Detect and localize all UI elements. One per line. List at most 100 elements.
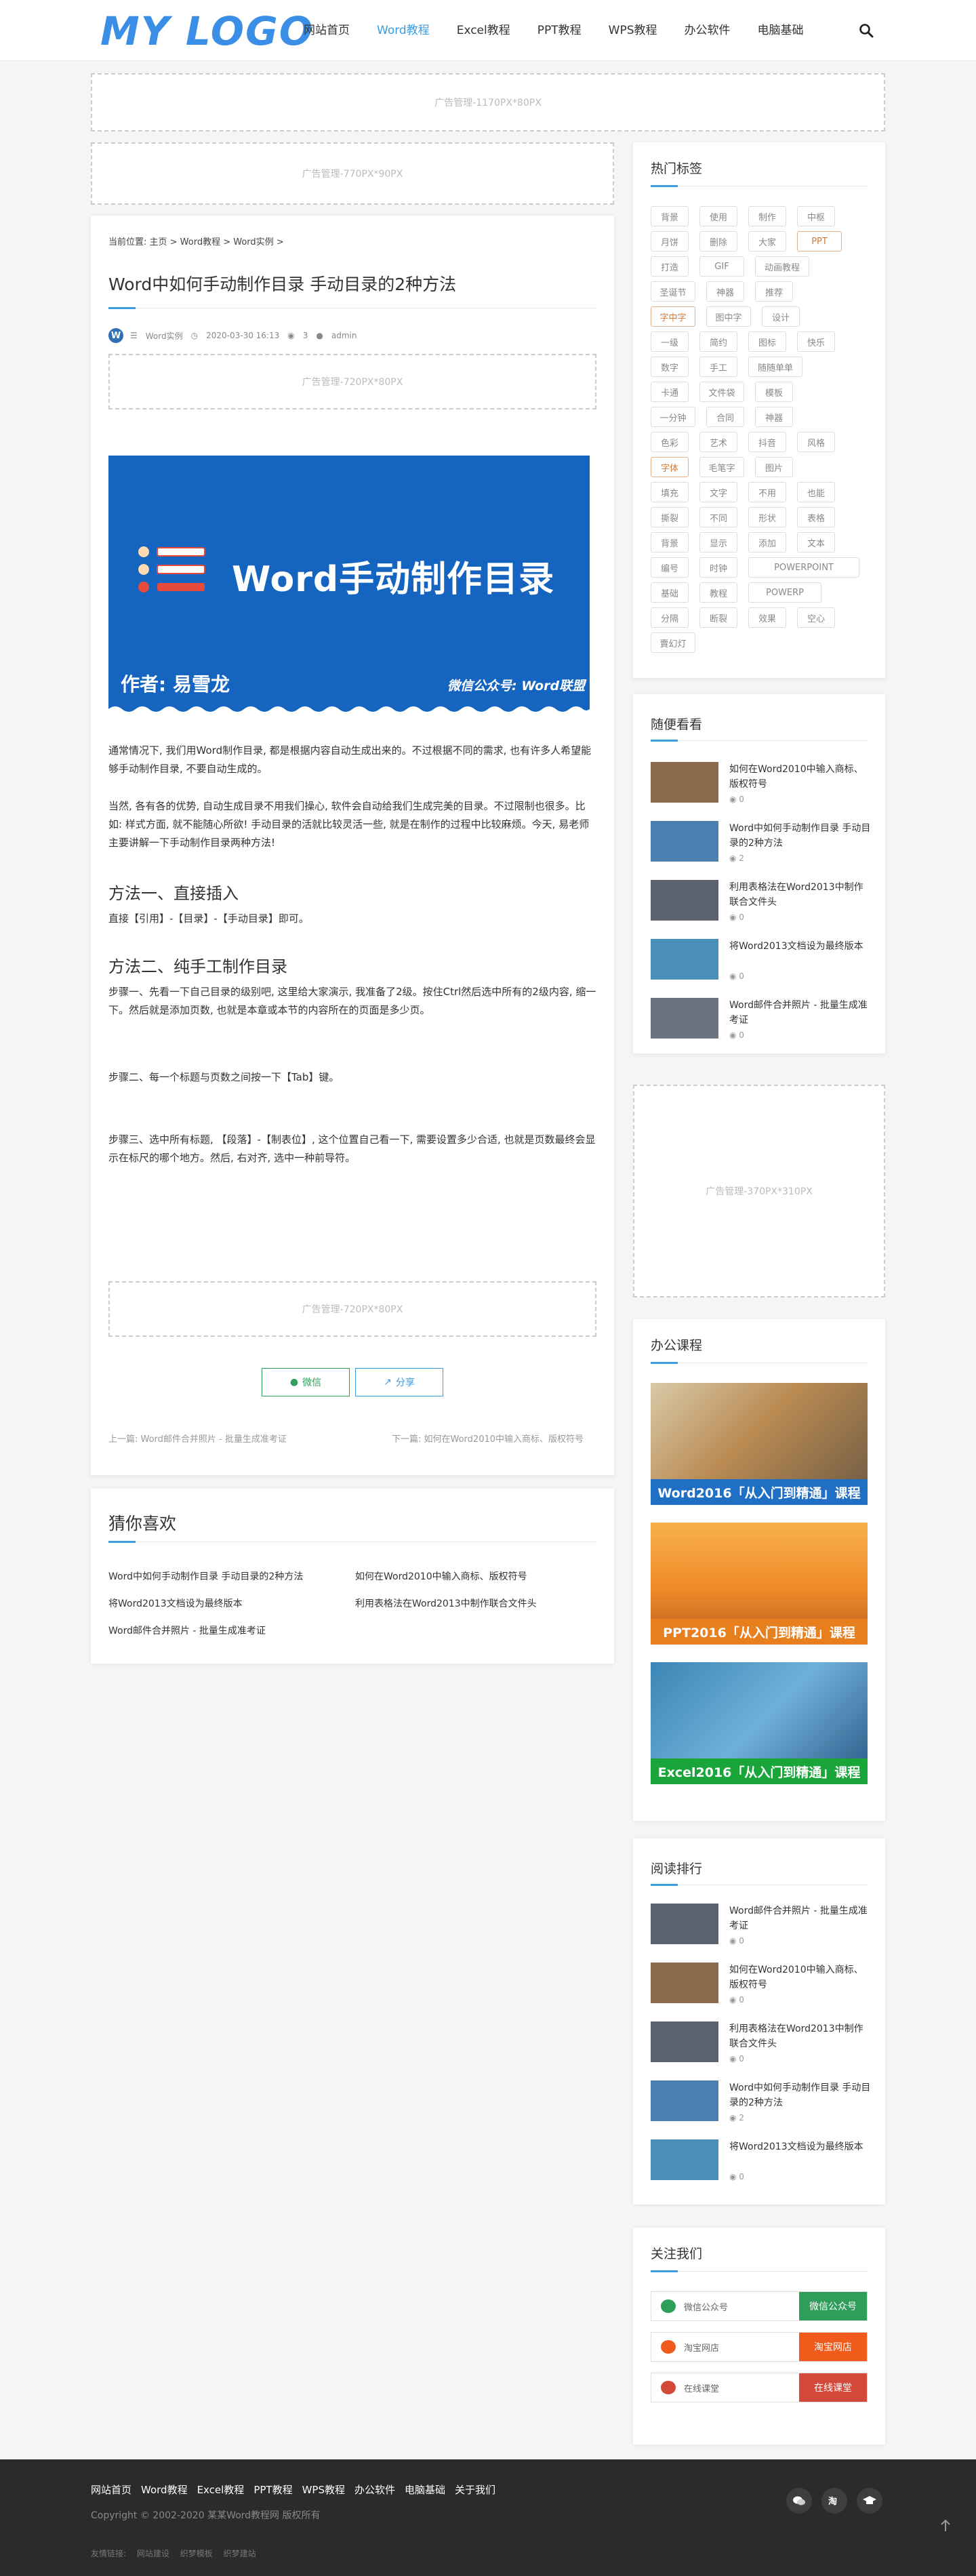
tag-link[interactable]: 神器 [706, 281, 744, 302]
tag-link[interactable]: 使用 [699, 206, 737, 226]
tag-link[interactable]: 数字 [651, 357, 689, 377]
footer-nav-item[interactable]: 电脑基础 [405, 2482, 445, 2497]
site-logo[interactable]: MY LOGO [100, 9, 314, 53]
tag-link[interactable]: 删除 [699, 231, 737, 251]
article-thumbnail[interactable] [651, 998, 718, 1039]
nav-item[interactable]: Word教程 [377, 20, 430, 41]
tag-link[interactable]: 快乐 [797, 331, 835, 352]
article-link[interactable]: 如何在Word2010中输入商标、版权符号 [729, 762, 872, 792]
tag-link[interactable]: 大家 [748, 231, 786, 251]
nav-item[interactable]: 办公软件 [685, 20, 731, 41]
ranking-item[interactable]: Word中如何手动制作目录 手动目录的2种方法 ◉ 2 [651, 2080, 874, 2128]
tag-link[interactable]: 圣诞节 [651, 281, 695, 302]
back-to-top-icon[interactable] [935, 2515, 956, 2535]
tag-link[interactable]: 不同 [699, 507, 737, 527]
tag-link[interactable]: 背景 [651, 532, 689, 552]
article-link[interactable]: Word邮件合并照片 - 批量生成准考证 [729, 998, 872, 1028]
tag-link[interactable]: 艺术 [699, 432, 737, 452]
article-link[interactable]: 如何在Word2010中输入商标、版权符号 [729, 1963, 872, 1992]
share-button[interactable]: ↗ 分享 [355, 1368, 443, 1396]
footer-nav-item[interactable]: Excel教程 [197, 2482, 245, 2497]
footer-nav-item[interactable]: 关于我们 [455, 2482, 495, 2497]
friend-link[interactable]: 网站建设 [137, 2549, 169, 2558]
tag-link[interactable]: 月饼 [651, 231, 689, 251]
nav-item[interactable]: 电脑基础 [758, 20, 804, 41]
random-item[interactable]: 如何在Word2010中输入商标、版权符号 ◉ 0 [651, 762, 874, 809]
taobao-icon[interactable]: 淘 [821, 2488, 847, 2514]
article-thumbnail[interactable] [651, 2021, 718, 2062]
tag-link[interactable]: 添加 [748, 532, 786, 552]
tag-link[interactable]: 效果 [748, 607, 786, 628]
article-thumbnail[interactable] [651, 1904, 718, 1944]
article-thumbnail[interactable] [651, 880, 718, 921]
tag-link[interactable]: 撕裂 [651, 507, 689, 527]
article-category[interactable]: Word实例 [146, 330, 183, 342]
tag-link[interactable]: 断裂 [699, 607, 737, 628]
friend-link[interactable]: 织梦建站 [224, 2549, 256, 2558]
article-thumbnail[interactable] [651, 939, 718, 980]
article-link[interactable]: 将Word2013文档设为最终版本 [729, 2139, 872, 2154]
tag-link[interactable]: 空心 [797, 607, 835, 628]
article-link[interactable]: Word中如何手动制作目录 手动目录的2种方法 [729, 2080, 872, 2110]
tag-link[interactable]: 合同 [706, 407, 744, 427]
tag-link[interactable]: 文件袋 [699, 382, 744, 402]
next-article-link[interactable]: 下一篇: 如何在Word2010中输入商标、版权符号 [392, 1432, 584, 1445]
tag-link[interactable]: POWERPOINT [748, 557, 859, 578]
tag-link[interactable]: 模板 [755, 382, 793, 402]
article-thumbnail[interactable] [651, 762, 718, 803]
article-thumbnail[interactable] [651, 2139, 718, 2180]
tag-link[interactable]: 时钟 [699, 557, 737, 578]
nav-item[interactable]: PPT教程 [537, 20, 582, 41]
tag-link[interactable]: 动画教程 [755, 256, 809, 277]
tag-link[interactable]: 表格 [797, 507, 835, 527]
ad-main-top[interactable]: 广告管理-770PX*90PX [91, 142, 614, 205]
article-thumbnail[interactable] [651, 821, 718, 862]
article-link[interactable]: 将Word2013文档设为最终版本 [729, 939, 872, 954]
guess-item[interactable]: 将Word2013文档设为最终版本 [108, 1596, 243, 1610]
random-item[interactable]: Word中如何手动制作目录 手动目录的2种方法 ◉ 2 [651, 821, 874, 868]
footer-nav-item[interactable]: WPS教程 [302, 2482, 345, 2497]
tag-link[interactable]: 打造 [651, 256, 689, 277]
wechat-icon[interactable] [786, 2488, 812, 2514]
friend-link[interactable]: 织梦模板 [180, 2549, 213, 2558]
tag-link[interactable]: 编号 [651, 557, 689, 578]
breadcrumb[interactable]: 当前位置: 主页 > Word教程 > Word实例 > [108, 235, 284, 247]
nav-item[interactable]: 网站首页 [304, 20, 350, 41]
tag-link[interactable]: 中枢 [797, 206, 835, 226]
follow-button[interactable]: 在线课堂 [799, 2373, 867, 2402]
course-excel[interactable]: Excel2016「从入门到精通」课程 [651, 1662, 868, 1784]
search-icon[interactable] [858, 22, 874, 39]
tag-link[interactable]: 不用 [748, 482, 786, 502]
tag-link[interactable]: 教程 [699, 582, 737, 603]
tag-link[interactable]: 风格 [797, 432, 835, 452]
tag-link[interactable]: 图标 [748, 331, 786, 352]
tag-link[interactable]: 随随单单 [748, 357, 802, 377]
tag-link[interactable]: 文本 [797, 532, 835, 552]
footer-nav-item[interactable]: 网站首页 [91, 2482, 131, 2497]
tag-link[interactable]: 简约 [699, 331, 737, 352]
article-link[interactable]: Word中如何手动制作目录 手动目录的2种方法 [729, 821, 872, 851]
guess-item[interactable]: 利用表格法在Word2013中制作联合文件头 [355, 1596, 537, 1610]
ranking-item[interactable]: 将Word2013文档设为最终版本 ◉ 0 [651, 2139, 874, 2187]
tag-link[interactable]: 抖音 [748, 432, 786, 452]
follow-row[interactable]: 淘宝网店 淘宝网店 [651, 2332, 868, 2362]
ranking-item[interactable]: Word邮件合并照片 - 批量生成准考证 ◉ 0 [651, 1904, 874, 1951]
tag-link[interactable]: 背景 [651, 206, 689, 226]
ad-article-bottom[interactable]: 广告管理-720PX*80PX [108, 1281, 596, 1337]
tag-link[interactable]: 也能 [797, 482, 835, 502]
article-thumbnail[interactable] [651, 1963, 718, 2003]
tag-link[interactable]: 一级 [651, 331, 689, 352]
ad-article-top[interactable]: 广告管理-720PX*80PX [108, 354, 596, 409]
follow-row[interactable]: 在线课堂 在线课堂 [651, 2373, 868, 2402]
guess-item[interactable]: 如何在Word2010中输入商标、版权符号 [355, 1569, 527, 1583]
article-link[interactable]: Word邮件合并照片 - 批量生成准考证 [729, 1904, 872, 1933]
tag-link[interactable]: 賣幻灯 [651, 632, 695, 653]
article-link[interactable]: 利用表格法在Word2013中制作联合文件头 [729, 880, 872, 910]
tag-link[interactable]: 色彩 [651, 432, 689, 452]
guess-item[interactable]: Word邮件合并照片 - 批量生成准考证 [108, 1624, 266, 1637]
tag-link[interactable]: 字体 [651, 457, 689, 477]
graduation-cap-icon[interactable] [857, 2488, 882, 2514]
tag-link[interactable]: 毛笔字 [699, 457, 744, 477]
tag-link[interactable]: 图片 [755, 457, 793, 477]
tag-link[interactable]: 文字 [699, 482, 737, 502]
